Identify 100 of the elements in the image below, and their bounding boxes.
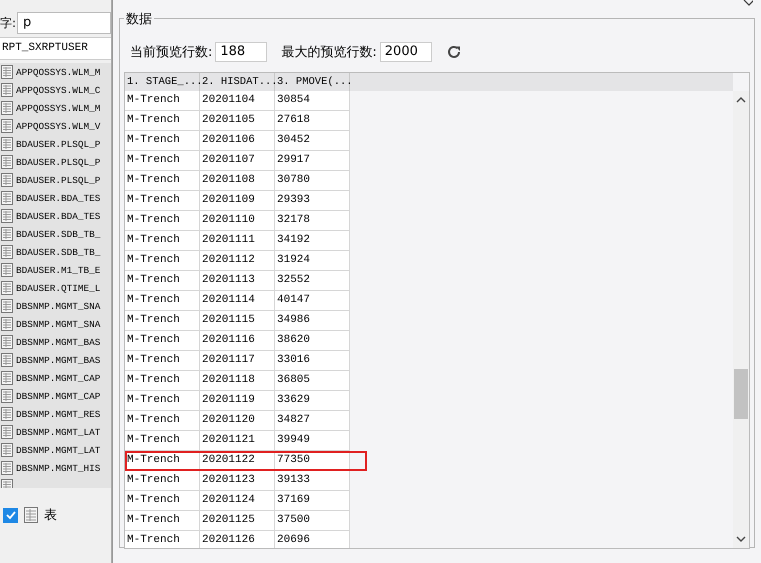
group-title: 数据 [124,10,154,28]
table-row[interactable]: M-Trench 20201124 37169 [125,491,367,511]
table-cell: M-Trench [125,171,200,191]
table-icon [1,155,13,169]
table-filter-checkbox[interactable] [3,508,18,522]
table-row[interactable]: M-Trench 20201106 30452 [125,131,367,151]
table-cell: M-Trench [125,91,200,111]
table-cell: 37169 [275,491,350,511]
table-cell: M-Trench [125,471,200,491]
table-cell: 30854 [275,91,350,111]
table-name[interactable]: APPQOSSYS.WLM_M [16,102,100,114]
table-name[interactable]: BDAUSER.SDB_TB_ [16,246,100,258]
table-cell: M-Trench [125,211,200,231]
table-row[interactable]: M-Trench 20201119 33629 [125,391,367,411]
table-name[interactable]: DBSNMP.MGMT_BAS [16,336,100,348]
table-row[interactable]: M-Trench 20201117 33016 [125,351,367,371]
table-cell: 20201113 [200,271,275,291]
table-row[interactable]: M-Trench 20201120 34827 [125,411,367,431]
table-row[interactable]: M-Trench 20201115 34986 [125,311,367,331]
current-rows-field[interactable]: 188 [215,42,268,62]
table-name[interactable]: BDAUSER.PLSQL_P [16,174,100,186]
table-name[interactable]: DBSNMP.MGMT_LAT [16,426,100,438]
table-name[interactable]: BDAUSER.BDA_TES [16,210,100,222]
table-cell: 27618 [275,111,350,131]
table-cell: 20201121 [200,431,275,451]
table-cell: 20201105 [200,111,275,131]
table-name[interactable]: DBSNMP.MGMT_CAP [16,390,100,402]
max-rows-field[interactable]: 2000 [380,42,432,62]
table-cell: 20201111 [200,231,275,251]
table-name[interactable]: APPQOSSYS.WLM_C [16,84,100,96]
schema-field[interactable]: RPT_SXRPTUSER [0,37,111,60]
table-name[interactable]: BDAUSER.PLSQL_P [16,156,100,168]
table-row[interactable]: M-Trench 20201123 39133 [125,471,367,491]
table-icon [1,317,13,331]
table-cell: 77350 [275,451,350,471]
table-row[interactable]: M-Trench 20201109 29393 [125,191,367,211]
table-cell: 20201119 [200,391,275,411]
table-cell: M-Trench [125,491,200,511]
table-cell: 37500 [275,511,350,531]
table-row[interactable]: M-Trench 20201113 32552 [125,271,367,291]
table-row[interactable]: M-Trench 20201122 77350 [125,451,367,471]
table-cell: 20201115 [200,311,275,331]
table-name[interactable]: APPQOSSYS.WLM_V [16,120,100,132]
refresh-icon[interactable] [446,44,462,60]
scroll-down-icon[interactable] [736,536,746,542]
table-cell: M-Trench [125,151,200,171]
table-filter-label: 表 [44,507,57,524]
table-cell: 20696 [275,531,350,548]
table-row[interactable]: M-Trench 20201116 38620 [125,331,367,351]
table-row[interactable]: M-Trench 20201112 31924 [125,251,367,271]
table-row[interactable]: M-Trench 20201111 34192 [125,231,367,251]
table-name[interactable]: DBSNMP.MGMT_SNA [16,300,100,312]
table-name[interactable]: DBSNMP.MGMT_HIS [16,462,100,474]
table-row[interactable]: M-Trench 20201104 30854 [125,91,367,111]
table-cell: M-Trench [125,111,200,131]
table-icon [1,461,13,475]
table-row[interactable]: M-Trench 20201126 20696 [125,531,367,548]
table-icon [1,65,13,79]
table-cell: 20201126 [200,531,275,548]
table-name[interactable]: DBSNMP.MGMT_BAS [16,354,100,366]
table-cell: M-Trench [125,511,200,531]
table-row[interactable]: M-Trench 20201121 39949 [125,431,367,451]
table-name[interactable]: BDAUSER.M1_TB_E [16,264,100,276]
table-name[interactable]: DBSNMP.MGMT_CAP [16,372,100,384]
table-name[interactable]: BDAUSER.BDA_TES [16,192,100,204]
table-name[interactable]: BDAUSER.QTIME_L [16,282,100,294]
table-row[interactable]: M-Trench 20201108 30780 [125,171,367,191]
table-cell: M-Trench [125,451,200,471]
scroll-up-icon[interactable] [736,97,746,103]
table-cell: 20201117 [200,351,275,371]
name-input-field[interactable]: p [17,12,111,34]
name-label: 字: [0,14,18,32]
scrollbar-thumb[interactable] [734,369,748,419]
table-cell: M-Trench [125,391,200,411]
table-cell: 20201108 [200,171,275,191]
table-name[interactable]: DBSNMP.MGMT_RES [16,408,100,420]
table-name[interactable]: BDAUSER.PLSQL_P [16,138,100,150]
table-row[interactable]: M-Trench 20201125 37500 [125,511,367,531]
table-icon [1,335,13,349]
table-cell: M-Trench [125,311,200,331]
table-icon [1,443,13,457]
table-cell: M-Trench [125,431,200,451]
vertical-scrollbar[interactable] [733,91,749,548]
table-cell: 34986 [275,311,350,331]
table-cell: 20201107 [200,151,275,171]
table-row[interactable]: M-Trench 20201110 32178 [125,211,367,231]
table-name[interactable]: DBSNMP.MGMT_LAT [16,444,100,456]
current-rows-label: 当前预览行数: [130,44,212,61]
table-name[interactable]: DBSNMP.MGMT_SNA [16,318,100,330]
table-row[interactable]: M-Trench 20201107 29917 [125,151,367,171]
table-row[interactable]: M-Trench 20201118 36805 [125,371,367,391]
table-name[interactable]: BDAUSER.SDB_TB_ [16,228,100,240]
table-icon [1,245,13,259]
table-icon [1,353,13,367]
table-cell: M-Trench [125,411,200,431]
table-icon [1,227,13,241]
table-icon [1,137,13,151]
table-row[interactable]: M-Trench 20201105 27618 [125,111,367,131]
table-name[interactable]: APPQOSSYS.WLM_M [16,66,100,78]
table-row[interactable]: M-Trench 20201114 40147 [125,291,367,311]
